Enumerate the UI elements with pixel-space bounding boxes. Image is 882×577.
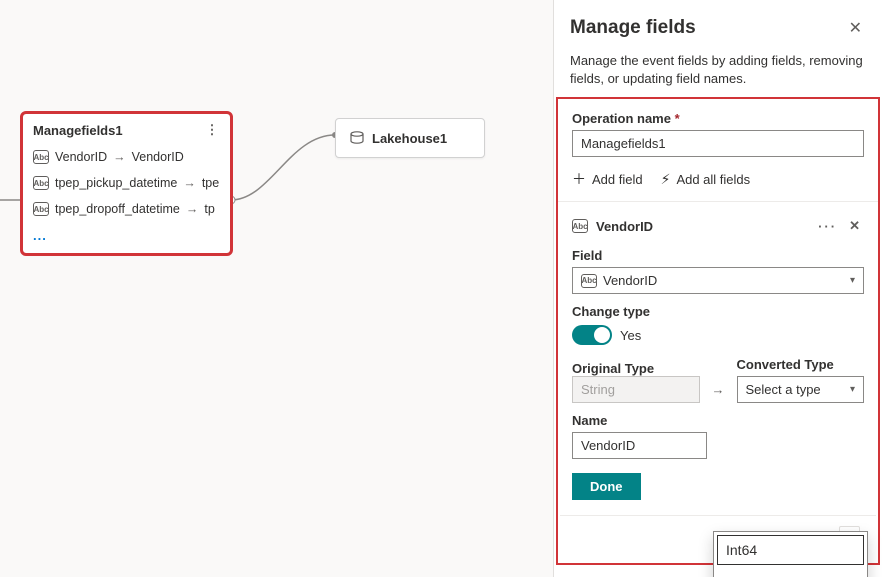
type-option[interactable]: Double (714, 568, 867, 577)
manage-fields-panel: Manage fields ✕ Manage the event fields … (553, 0, 882, 577)
field-select-value: VendorID (603, 273, 657, 288)
panel-title: Manage fields (570, 17, 696, 39)
arrow-icon: → (712, 382, 725, 403)
field-type-icon: Abc (572, 219, 588, 233)
converted-type-select[interactable]: Select a type ▾ (737, 376, 865, 403)
operation-name-input[interactable] (572, 130, 864, 157)
converted-type-label: Converted Type (737, 357, 865, 372)
field-select[interactable]: Abc VendorID ▾ (572, 267, 864, 294)
node-row: Abc tpep_pickup_datetime → tpe (23, 170, 230, 196)
close-icon[interactable]: ✕ (845, 14, 866, 42)
field-type-icon: Abc (581, 274, 597, 288)
change-type-label: Change type (572, 304, 864, 319)
node-more-rows[interactable]: ... (23, 222, 230, 253)
node-lakehouse[interactable]: Lakehouse1 (335, 118, 485, 158)
node-row: Abc VendorID → VendorID (23, 144, 230, 170)
field-label: Field (572, 248, 864, 263)
node-title: Lakehouse1 (372, 131, 447, 146)
mapping-to: tp (204, 202, 214, 216)
lightning-icon: ⚡︎ (661, 171, 671, 188)
field-more-icon[interactable]: ··· (818, 219, 837, 234)
original-type-label: Original Type (572, 361, 700, 376)
arrow-icon: → (183, 176, 196, 190)
type-option[interactable]: Int64 (714, 532, 867, 568)
chevron-down-icon: ▾ (850, 275, 855, 286)
field-type-icon: Abc (33, 150, 49, 164)
add-all-fields-button[interactable]: ⚡︎ Add all fields (661, 169, 751, 189)
mapping-from: tpep_dropoff_datetime (55, 202, 180, 216)
field-type-icon: Abc (33, 202, 49, 216)
mapping-from: VendorID (55, 150, 107, 164)
node-row: Abc tpep_dropoff_datetime → tp (23, 196, 230, 222)
required-asterisk: * (675, 111, 680, 126)
lakehouse-icon (348, 129, 366, 147)
node-more-icon[interactable]: ⋮ (204, 122, 220, 138)
field-block-name: VendorID (596, 219, 653, 234)
node-title: Managefields1 (33, 123, 123, 138)
field-remove-icon[interactable]: ✕ (845, 214, 864, 238)
node-managefields[interactable]: Managefields1 ⋮ Abc VendorID → VendorID … (22, 113, 231, 254)
add-all-fields-label: Add all fields (676, 172, 750, 187)
mapping-from: tpep_pickup_datetime (55, 176, 177, 190)
add-field-label: Add field (592, 172, 643, 187)
add-field-button[interactable]: ＋ Add field (572, 169, 643, 189)
converted-type-placeholder: Select a type (746, 382, 821, 397)
name-input[interactable] (572, 432, 707, 459)
panel-description: Manage the event fields by adding fields… (570, 52, 866, 87)
arrow-icon: → (113, 150, 126, 164)
converted-type-dropdown[interactable]: Int64 Double String DateTime (713, 531, 868, 577)
change-type-toggle[interactable] (572, 325, 612, 345)
operation-name-label: Operation name (572, 111, 671, 126)
field-type-icon: Abc (33, 176, 49, 190)
mapping-to: tpe (202, 176, 219, 190)
done-button[interactable]: Done (572, 473, 641, 500)
change-type-on-label: Yes (620, 328, 641, 343)
original-type-value: String (572, 376, 700, 403)
name-label: Name (572, 413, 864, 428)
arrow-icon: → (186, 202, 199, 216)
pipeline-canvas[interactable]: Managefields1 ⋮ Abc VendorID → VendorID … (0, 0, 553, 577)
chevron-down-icon: ▾ (850, 384, 855, 395)
mapping-to: VendorID (132, 150, 184, 164)
plus-icon: ＋ (572, 169, 586, 189)
